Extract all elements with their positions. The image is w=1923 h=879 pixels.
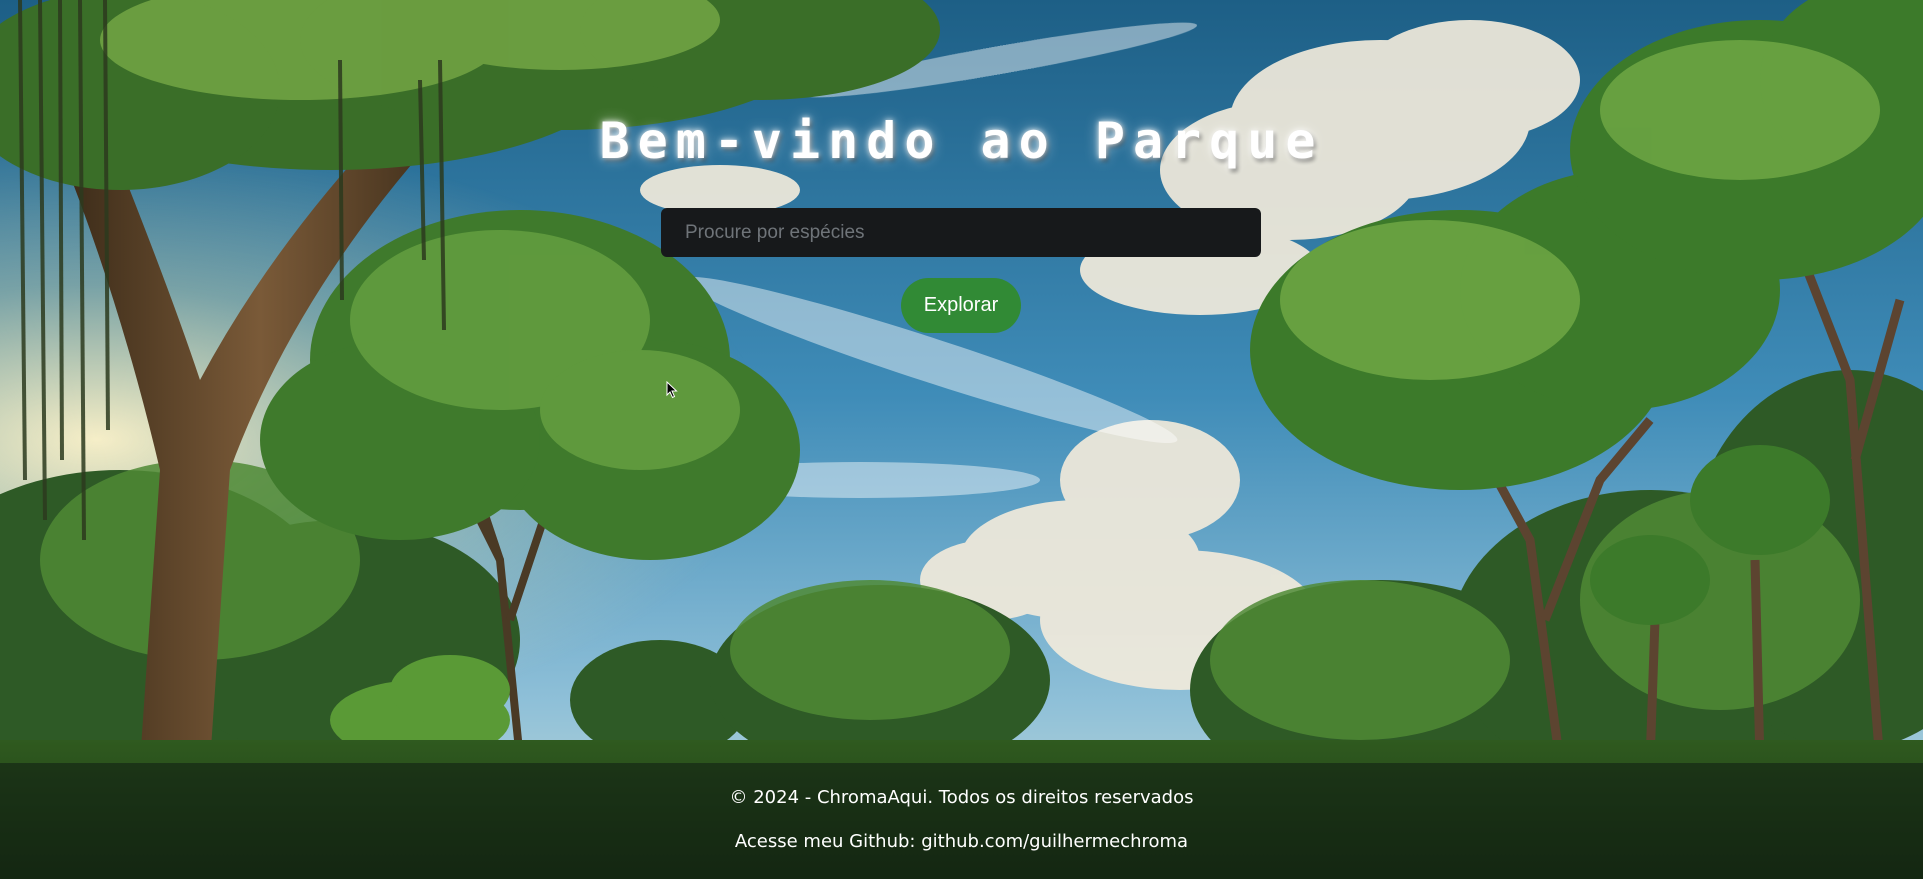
site-footer: © 2024 - ChromaAqui. Todos os direitos r… — [0, 763, 1923, 879]
github-prefix: Acesse meu Github: — [734, 831, 916, 852]
explore-button[interactable]: Explorar — [901, 278, 1021, 333]
github-line: Acesse meu Github: github.com/guilhermec… — [0, 831, 1923, 852]
page-title: Bem-vindo ao Parque — [599, 112, 1324, 170]
github-link[interactable]: github.com/guilhermechroma — [921, 831, 1188, 852]
mouse-pointer-icon — [666, 381, 678, 399]
species-search-input[interactable] — [661, 208, 1261, 257]
copyright-text: © 2024 - ChromaAqui. Todos os direitos r… — [729, 787, 1194, 808]
page: Bem-vindo ao Parque Explorar © 2024 - Ch… — [0, 0, 1923, 879]
hero-section: Bem-vindo ao Parque Explorar — [0, 0, 1923, 763]
